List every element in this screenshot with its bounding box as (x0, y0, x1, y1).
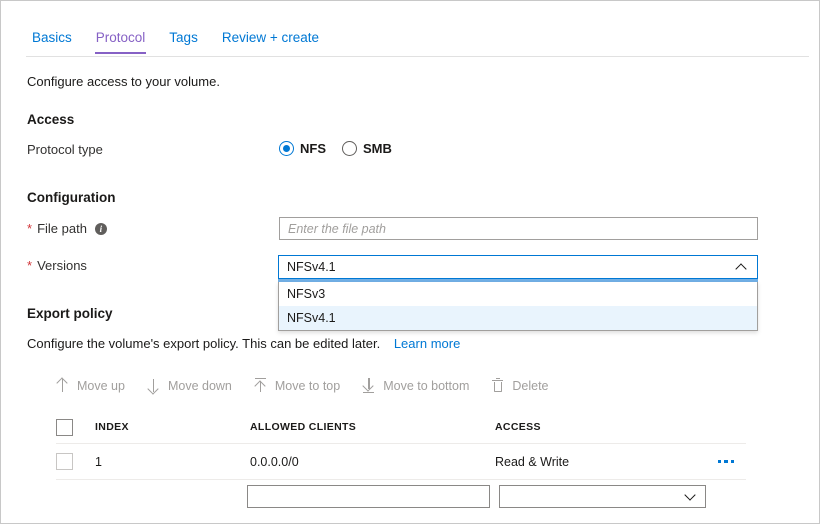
move-up-button[interactable]: Move up (56, 377, 125, 393)
move-to-bottom-button[interactable]: Move to bottom (362, 378, 469, 393)
column-header-allowed-clients[interactable]: ALLOWED CLIENTS (250, 421, 495, 433)
tab-basics[interactable]: Basics (31, 29, 73, 54)
arrow-down-icon (147, 378, 161, 395)
table-header-row: INDEX ALLOWED CLIENTS ACCESS (56, 411, 746, 444)
row-allowed-clients-value: 0.0.0.0/0 (250, 454, 299, 469)
radio-smb-icon (342, 141, 357, 156)
row-index-value: 1 (95, 454, 102, 469)
access-dropdown[interactable] (499, 485, 706, 508)
chevron-up-icon (736, 262, 747, 273)
radio-nfs-label: NFS (300, 141, 326, 156)
delete-label: Delete (512, 378, 549, 393)
tab-bar-divider (26, 56, 809, 57)
more-options-icon[interactable] (717, 459, 735, 464)
protocol-type-label: Protocol type (27, 142, 103, 157)
delete-button[interactable]: Delete (491, 378, 549, 393)
versions-option-nfsv41[interactable]: NFSv4.1 (279, 306, 757, 330)
versions-label: * Versions (27, 258, 87, 273)
file-path-label: * File path i (27, 221, 107, 236)
protocol-type-radio-group: NFS SMB (279, 141, 392, 156)
tab-protocol[interactable]: Protocol (94, 29, 147, 54)
versions-selected-value: NFSv4.1 (287, 260, 336, 274)
move-down-label: Move down (167, 378, 232, 393)
export-policy-editor-row (247, 485, 706, 508)
tab-review-create[interactable]: Review + create (221, 29, 320, 54)
select-all-cell (56, 418, 95, 436)
row-menu-cell (706, 459, 746, 464)
arrow-up-icon (56, 377, 70, 393)
tab-bar: Basics Protocol Tags Review + create (1, 29, 819, 59)
table-row[interactable]: 1 0.0.0.0/0 Read & Write (56, 444, 746, 480)
section-heading-configuration: Configuration (27, 190, 116, 205)
radio-option-nfs[interactable]: NFS (279, 141, 326, 156)
tab-tags[interactable]: Tags (168, 29, 199, 54)
chevron-down-icon (685, 491, 696, 502)
protocol-type-label-text: Protocol type (27, 142, 103, 157)
arrow-to-bottom-icon (362, 378, 376, 393)
radio-option-smb[interactable]: SMB (342, 141, 392, 156)
versions-option-nfsv3[interactable]: NFSv3 (279, 282, 757, 306)
section-heading-access: Access (27, 112, 75, 127)
row-checkbox[interactable] (56, 453, 73, 470)
export-policy-description: Configure the volume's export policy. Th… (27, 336, 460, 351)
export-policy-command-bar: Move up Move down Move to top Move to bo… (56, 377, 549, 395)
versions-label-text: Versions (37, 258, 87, 273)
info-icon[interactable]: i (94, 222, 107, 235)
row-select-cell (56, 453, 95, 470)
export-policy-table: INDEX ALLOWED CLIENTS ACCESS 1 0.0.0.0/0… (56, 411, 746, 480)
row-access-value: Read & Write (495, 454, 570, 469)
required-asterisk-file-path: * (27, 220, 33, 236)
trash-icon (491, 378, 505, 393)
section-heading-export-policy: Export policy (27, 306, 113, 321)
file-path-label-text: File path (37, 221, 87, 236)
file-path-input[interactable] (279, 217, 758, 240)
move-down-button[interactable]: Move down (147, 378, 232, 395)
select-all-checkbox[interactable] (56, 418, 73, 436)
export-policy-description-text: Configure the volume's export policy. Th… (27, 336, 381, 351)
move-up-label: Move up (77, 378, 125, 393)
move-to-top-button[interactable]: Move to top (254, 378, 340, 393)
column-header-index[interactable]: INDEX (95, 421, 250, 433)
protocol-configuration-page: Basics Protocol Tags Review + create Con… (0, 0, 820, 524)
radio-smb-label: SMB (363, 141, 392, 156)
move-to-top-label: Move to top (274, 378, 341, 393)
learn-more-link[interactable]: Learn more (394, 336, 460, 351)
column-header-access[interactable]: ACCESS (495, 421, 706, 433)
versions-dropdown[interactable]: NFSv4.1 (278, 255, 758, 279)
move-to-bottom-label: Move to bottom (383, 378, 470, 393)
arrow-to-top-icon (254, 378, 268, 393)
versions-dropdown-list: NFSv3 NFSv4.1 (278, 282, 758, 331)
allowed-clients-input[interactable] (247, 485, 490, 508)
page-intro-text: Configure access to your volume. (27, 74, 220, 89)
required-asterisk-versions: * (27, 257, 33, 273)
radio-nfs-icon (279, 141, 294, 156)
